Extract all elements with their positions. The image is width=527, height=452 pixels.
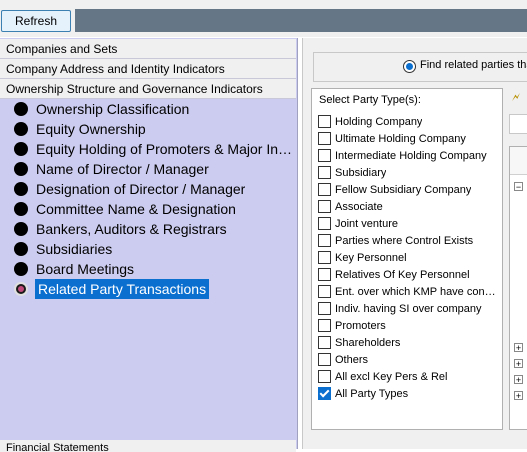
checkbox-icon[interactable] [318,234,331,247]
menu-item-related-party-transactions[interactable]: Related Party Transactions [14,279,294,299]
party-type-label: Ultimate Holding Company [335,133,466,145]
party-type-checkbox[interactable]: Ultimate Holding Company [318,132,498,149]
find-related-parties-label[interactable]: Find related parties tha [420,59,527,75]
party-type-label: All excl Key Pers & Rel [335,371,448,383]
bullet-icon [14,242,28,256]
party-type-label: Holding Company [335,116,423,128]
party-type-checkbox[interactable]: Fellow Subsidiary Company [318,183,498,200]
party-type-title: Select Party Type(s): [319,94,421,106]
menu-item-designation-of-director[interactable]: Designation of Director / Manager [14,179,294,199]
bullet-icon [14,102,28,116]
checkbox-icon[interactable] [318,353,331,366]
menu-item-label: Subsidiaries [36,241,113,257]
party-type-checkbox[interactable]: Relatives Of Key Personnel [318,268,498,285]
party-type-label: Associate [335,201,383,213]
tree-expand-icon[interactable]: + [514,391,523,401]
menu-item-equity-ownership[interactable]: Equity Ownership [14,119,294,139]
toolbar-strip [75,9,527,32]
menu-item-ownership-classification[interactable]: Ownership Classification [14,99,294,119]
party-type-checkbox[interactable]: Shareholders [318,336,498,353]
section-ownership-governance[interactable]: Ownership Structure and Governance Indic… [0,79,296,99]
section-financial-statements[interactable]: Financial Statements [0,440,296,452]
checkbox-icon[interactable] [318,336,331,349]
menu-item-label: Ownership Classification [36,101,190,117]
checkbox-icon[interactable] [318,370,331,383]
tree-collapse-icon[interactable]: − [514,182,523,192]
bullet-icon [14,262,28,276]
party-type-checkbox[interactable]: Intermediate Holding Company [318,149,498,166]
party-type-label: Relatives Of Key Personnel [335,269,470,281]
party-type-checkbox[interactable]: Associate [318,200,498,217]
party-type-label: Fellow Subsidiary Company [335,184,472,196]
party-type-checkbox[interactable]: Indiv. having SI over company [318,302,498,319]
checkbox-icon[interactable] [318,285,331,298]
party-type-label: Ent. over which KMP have contr… [335,286,498,298]
checkbox-icon[interactable] [318,132,331,145]
menu-item-board-meetings[interactable]: Board Meetings [14,259,294,279]
menu-item-subsidiaries[interactable]: Subsidiaries [14,239,294,259]
party-type-checkbox-all[interactable]: All Party Types [318,387,498,404]
party-type-checkbox[interactable]: Holding Company [318,115,498,132]
party-type-label: Subsidiary [335,167,387,179]
results-tree-header [510,147,527,175]
section-company-address[interactable]: Company Address and Identity Indicators [0,59,296,79]
checkbox-icon[interactable] [318,149,331,162]
party-type-label: Promoters [335,320,386,332]
tree-expand-icon[interactable]: + [514,359,523,369]
checkbox-icon[interactable] [318,166,331,179]
filter-icon[interactable]: 🗲 [512,90,527,105]
bullet-icon [14,122,28,136]
menu-item-label: Bankers, Auditors & Registrars [36,221,227,237]
menu-item-label: Equity Ownership [36,121,146,137]
checkbox-icon[interactable] [318,200,331,213]
menu-item-label: Related Party Transactions [35,279,210,299]
menu-item-label: Designation of Director / Manager [36,181,246,197]
checkbox-icon[interactable] [318,302,331,315]
find-related-parties-radio[interactable] [403,60,416,73]
menu-item-equity-holding-promoters[interactable]: Equity Holding of Promoters & Major Inve… [14,139,294,159]
filter-input[interactable] [509,114,527,134]
party-type-checkbox[interactable]: Parties where Control Exists [318,234,498,251]
checkbox-icon[interactable] [318,319,331,332]
party-type-checkbox[interactable]: Others [318,353,498,370]
section-companies-and-sets[interactable]: Companies and Sets [0,39,296,59]
bullet-icon [14,182,28,196]
bullet-icon [14,142,28,156]
party-type-label: Indiv. having SI over company [335,303,482,315]
refresh-button[interactable]: Refresh [1,10,71,32]
party-type-label: Parties where Control Exists [335,235,474,247]
party-type-label: All Party Types [335,388,409,400]
bullet-icon [14,202,28,216]
tree-expand-icon[interactable]: + [514,343,523,353]
selected-radio-icon [14,282,28,296]
checkbox-checked-icon[interactable] [318,387,331,400]
party-type-checkbox[interactable]: Joint venture [318,217,498,234]
checkbox-icon[interactable] [318,268,331,281]
party-type-checkbox[interactable]: Subsidiary [318,166,498,183]
party-type-label: Key Personnel [335,252,407,264]
menu-item-label: Committee Name & Designation [36,201,236,217]
bullet-icon [14,222,28,236]
checkbox-icon[interactable] [318,217,331,230]
checkbox-icon[interactable] [318,183,331,196]
party-type-checkbox[interactable]: Ent. over which KMP have contr… [318,285,498,302]
menu-item-name-of-director[interactable]: Name of Director / Manager [14,159,294,179]
party-type-label: Joint venture [335,218,398,230]
party-type-label: Others [335,354,369,366]
menu-item-label: Board Meetings [36,261,135,277]
menu-item-committee-name[interactable]: Committee Name & Designation [14,199,294,219]
party-type-checkbox[interactable]: All excl Key Pers & Rel [318,370,498,387]
party-type-label: Intermediate Holding Company [335,150,487,162]
checkbox-icon[interactable] [318,115,331,128]
menu-item-label: Equity Holding of Promoters & Major Inve… [36,141,292,157]
tree-expand-icon[interactable]: + [514,375,523,385]
party-type-checkbox[interactable]: Promoters [318,319,498,336]
checkbox-icon[interactable] [318,251,331,264]
party-type-checkbox[interactable]: Key Personnel [318,251,498,268]
menu-item-bankers-auditors[interactable]: Bankers, Auditors & Registrars [14,219,294,239]
menu-item-label: Name of Director / Manager [36,161,209,177]
party-type-label: Shareholders [335,337,401,349]
bullet-icon [14,162,28,176]
